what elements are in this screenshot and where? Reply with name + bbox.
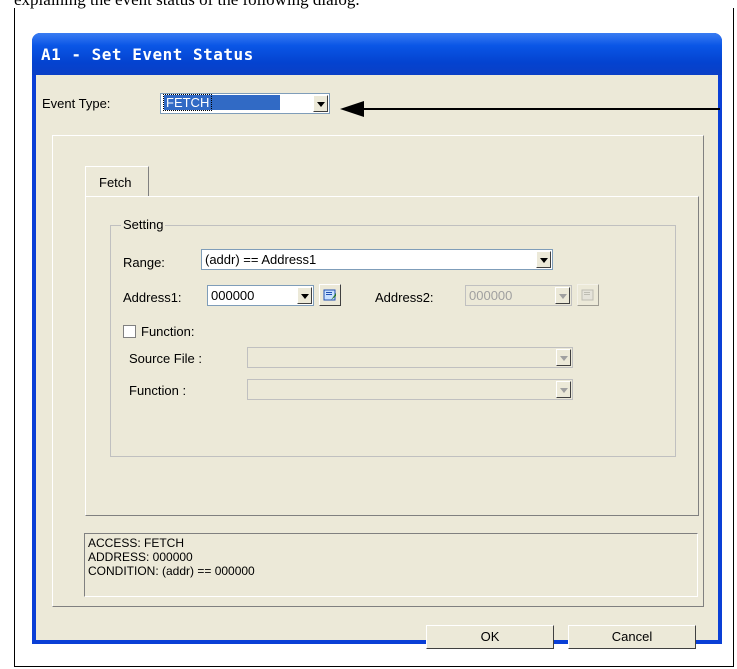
address1-browse-button[interactable] bbox=[319, 284, 341, 306]
window-title: A1 - Set Event Status bbox=[41, 45, 254, 64]
annotation-arrow-line bbox=[360, 108, 720, 110]
event-type-label: Event Type: bbox=[42, 96, 111, 111]
condition-summary: ACCESS: FETCH ADDRESS: 000000 CONDITION:… bbox=[84, 533, 698, 597]
chevron-down-icon[interactable] bbox=[313, 95, 328, 112]
cancel-button[interactable]: Cancel bbox=[568, 625, 696, 649]
function-label: Function : bbox=[129, 383, 187, 398]
address2-select[interactable]: 000000 bbox=[465, 285, 572, 306]
title-bar[interactable]: A1 - Set Event Status bbox=[32, 33, 722, 75]
chevron-down-icon[interactable] bbox=[556, 349, 571, 366]
event-type-value: FETCH bbox=[162, 94, 213, 111]
event-panel: Fetch Setting Range: (addr) == Address1 … bbox=[52, 135, 704, 607]
dialog-client-area: Event Type: FETCH Fetch Setting Range: (… bbox=[36, 75, 718, 649]
tab-fetch-label: Fetch bbox=[99, 175, 132, 190]
source-file-select[interactable] bbox=[247, 347, 573, 368]
address-book-icon bbox=[581, 289, 594, 301]
event-type-select[interactable]: FETCH bbox=[160, 93, 330, 114]
chevron-down-icon[interactable] bbox=[536, 251, 551, 268]
address-book-icon bbox=[323, 289, 336, 301]
function-checkbox-label: Function: bbox=[141, 324, 195, 339]
setting-group-label: Setting bbox=[121, 217, 166, 232]
ok-button[interactable]: OK bbox=[426, 625, 554, 649]
summary-access: ACCESS: FETCH bbox=[88, 536, 185, 550]
range-value: (addr) == Address1 bbox=[205, 252, 317, 267]
range-select[interactable]: (addr) == Address1 bbox=[201, 249, 553, 270]
chevron-down-icon[interactable] bbox=[297, 287, 312, 304]
address2-label: Address2: bbox=[375, 290, 434, 305]
setting-groupbox: Setting Range: (addr) == Address1 Addres… bbox=[110, 217, 676, 457]
function-checkbox[interactable] bbox=[123, 325, 136, 338]
chevron-down-icon[interactable] bbox=[555, 287, 570, 304]
address1-label: Address1: bbox=[123, 290, 182, 305]
tab-page-fetch: Setting Range: (addr) == Address1 Addres… bbox=[85, 196, 699, 516]
set-event-status-dialog: A1 - Set Event Status Event Type: FETCH … bbox=[32, 33, 722, 649]
address1-select[interactable]: 000000 bbox=[207, 285, 314, 306]
chevron-down-icon[interactable] bbox=[556, 381, 571, 398]
address2-value: 000000 bbox=[469, 288, 513, 303]
source-file-label: Source File : bbox=[129, 351, 202, 366]
tab-fetch[interactable]: Fetch bbox=[85, 166, 149, 197]
summary-address: ADDRESS: 000000 bbox=[88, 550, 193, 564]
address2-browse-button[interactable] bbox=[577, 284, 599, 306]
address1-value: 000000 bbox=[211, 288, 255, 303]
range-label: Range: bbox=[123, 255, 165, 270]
function-select[interactable] bbox=[247, 379, 573, 400]
summary-condition: CONDITION: (addr) == 000000 bbox=[88, 564, 255, 578]
